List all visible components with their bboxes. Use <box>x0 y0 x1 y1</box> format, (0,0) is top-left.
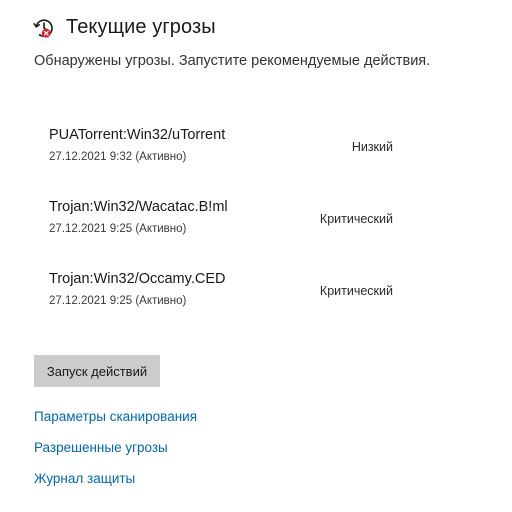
threat-history-icon <box>33 17 55 39</box>
page-header: Текущие угрозы <box>33 16 216 39</box>
threat-severity: Низкий <box>351 140 393 154</box>
page-subtitle: Обнаружены угрозы. Запустите рекомендуем… <box>34 53 431 69</box>
threat-name: PUATorrent:Win32/uTorrent <box>49 127 226 143</box>
threat-name: Trojan:Win32/Occamy.CED <box>49 271 226 287</box>
threat-timestamp: 27.12.2021 9:32 (Активно) <box>49 151 187 163</box>
allowed-threats-link[interactable]: Разрешенные угрозы <box>34 440 168 455</box>
threat-item[interactable]: PUATorrent:Win32/uTorrent 27.12.2021 9:3… <box>0 127 512 177</box>
threat-name: Trojan:Win32/Wacatac.B!ml <box>49 199 228 215</box>
threat-item[interactable]: Trojan:Win32/Wacatac.B!ml 27.12.2021 9:2… <box>0 199 512 249</box>
start-actions-button[interactable]: Запуск действий <box>34 355 160 387</box>
threat-severity: Критический <box>319 212 393 226</box>
threat-timestamp: 27.12.2021 9:25 (Активно) <box>49 223 187 235</box>
page-title: Текущие угрозы <box>66 16 216 38</box>
protection-history-link[interactable]: Журнал защиты <box>34 471 135 486</box>
threat-item[interactable]: Trojan:Win32/Occamy.CED 27.12.2021 9:25 … <box>0 271 512 321</box>
scan-options-link[interactable]: Параметры сканирования <box>34 409 197 424</box>
threat-severity: Критический <box>319 284 393 298</box>
threat-timestamp: 27.12.2021 9:25 (Активно) <box>49 295 187 307</box>
